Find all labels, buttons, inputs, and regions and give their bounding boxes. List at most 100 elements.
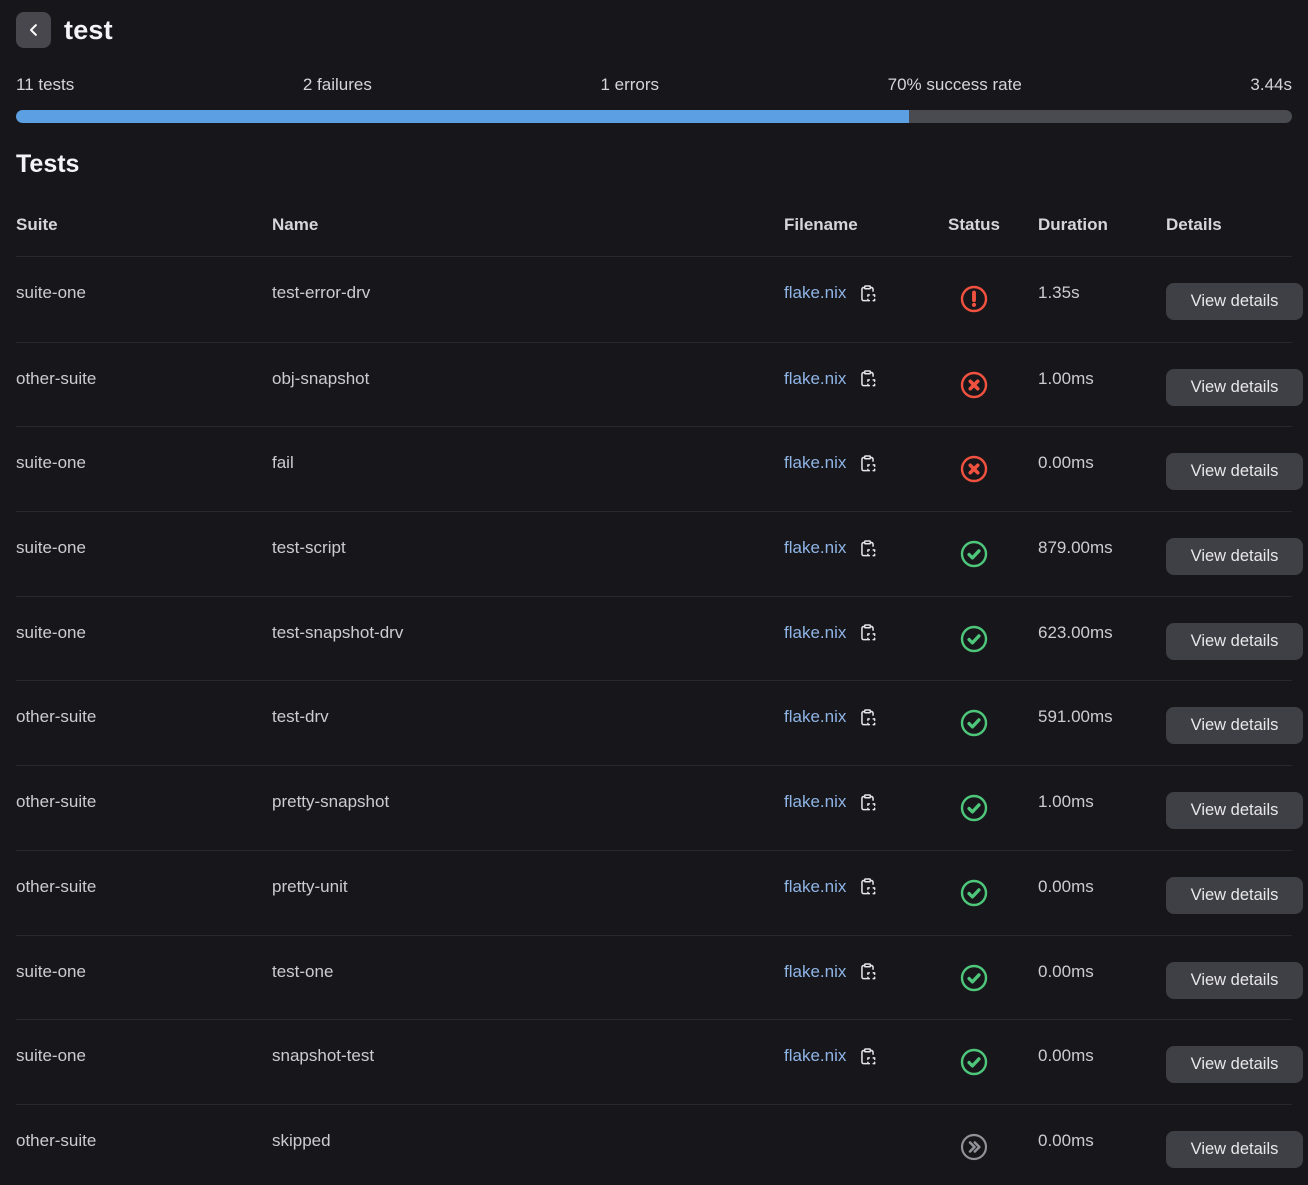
- check-circle-icon: [958, 724, 990, 743]
- clipboard-copy-icon[interactable]: [858, 793, 877, 812]
- suite-cell: other-suite: [16, 707, 272, 727]
- suite-cell: other-suite: [16, 1131, 272, 1151]
- check-circle-icon: [958, 1063, 990, 1082]
- duration-cell: 0.00ms: [1038, 1131, 1166, 1151]
- clipboard-copy-icon[interactable]: [858, 962, 877, 981]
- test-name-cell: skipped: [272, 1131, 784, 1151]
- view-details-button[interactable]: View details: [1166, 369, 1303, 406]
- chevrons-right-circle-icon: [958, 1148, 990, 1167]
- duration-cell: 0.00ms: [1038, 453, 1166, 473]
- table-row: suite-one snapshot-test flake.nix: [16, 1019, 1292, 1104]
- filename-cell: flake.nix: [784, 707, 948, 727]
- view-details-button[interactable]: View details: [1166, 962, 1303, 999]
- test-name-cell: test-error-drv: [272, 283, 784, 303]
- table-row: other-suite test-drv flake.nix: [16, 680, 1292, 765]
- filename-link[interactable]: flake.nix: [784, 877, 846, 897]
- suite-cell: other-suite: [16, 877, 272, 897]
- details-cell: View details: [1166, 369, 1303, 406]
- suite-cell: suite-one: [16, 1046, 272, 1066]
- details-cell: View details: [1166, 1046, 1303, 1083]
- details-cell: View details: [1166, 1131, 1303, 1168]
- view-details-button[interactable]: View details: [1166, 792, 1303, 829]
- view-details-button[interactable]: View details: [1166, 877, 1303, 914]
- check-circle-icon: [958, 809, 990, 828]
- chevron-left-icon: [25, 21, 43, 39]
- filename-link[interactable]: flake.nix: [784, 792, 846, 812]
- view-details-button[interactable]: View details: [1166, 538, 1303, 575]
- view-details-button[interactable]: View details: [1166, 283, 1303, 320]
- duration-cell: 1.00ms: [1038, 369, 1166, 389]
- column-header-name: Name: [272, 215, 784, 235]
- tests-section-title: Tests: [16, 150, 1292, 179]
- column-header-suite: Suite: [16, 215, 272, 235]
- view-details-button[interactable]: View details: [1166, 453, 1303, 490]
- suite-cell: suite-one: [16, 962, 272, 982]
- test-name-cell: test-script: [272, 538, 784, 558]
- table-row: suite-one test-one flake.nix: [16, 935, 1292, 1020]
- column-header-duration: Duration: [1038, 215, 1166, 235]
- filename-link[interactable]: flake.nix: [784, 623, 846, 643]
- table-row: suite-one test-snapshot-drv flake.nix: [16, 596, 1292, 681]
- clipboard-copy-icon[interactable]: [858, 623, 877, 642]
- page-header: test: [16, 12, 1292, 48]
- test-name-cell: test-snapshot-drv: [272, 623, 784, 643]
- test-name-cell: pretty-unit: [272, 877, 784, 897]
- view-details-button[interactable]: View details: [1166, 707, 1303, 744]
- duration-cell: 591.00ms: [1038, 707, 1166, 727]
- suite-cell: suite-one: [16, 623, 272, 643]
- clipboard-copy-icon[interactable]: [858, 284, 877, 303]
- filename-link[interactable]: flake.nix: [784, 707, 846, 727]
- filename-link[interactable]: flake.nix: [784, 1046, 846, 1066]
- filename-link[interactable]: flake.nix: [784, 283, 846, 303]
- filename-cell: flake.nix: [784, 283, 948, 303]
- back-button[interactable]: [16, 12, 51, 48]
- filename-link[interactable]: flake.nix: [784, 538, 846, 558]
- view-details-button[interactable]: View details: [1166, 1131, 1303, 1168]
- clipboard-copy-icon[interactable]: [858, 1047, 877, 1066]
- filename-cell: flake.nix: [784, 1046, 948, 1066]
- filename-link[interactable]: flake.nix: [784, 453, 846, 473]
- x-circle-icon: [958, 386, 990, 405]
- test-name-cell: pretty-snapshot: [272, 792, 784, 812]
- duration-cell: 0.00ms: [1038, 962, 1166, 982]
- suite-cell: suite-one: [16, 283, 272, 303]
- clipboard-copy-icon[interactable]: [858, 708, 877, 727]
- page-title: test: [64, 15, 113, 46]
- clipboard-copy-icon[interactable]: [858, 454, 877, 473]
- stat-failures: 2 failures: [303, 75, 372, 95]
- filename-cell: flake.nix: [784, 623, 948, 643]
- duration-cell: 879.00ms: [1038, 538, 1166, 558]
- clipboard-copy-icon[interactable]: [858, 539, 877, 558]
- filename-cell: flake.nix: [784, 792, 948, 812]
- suite-cell: suite-one: [16, 538, 272, 558]
- duration-cell: 1.00ms: [1038, 792, 1166, 812]
- table-row: other-suite pretty-unit flake.nix: [16, 850, 1292, 935]
- filename-cell: flake.nix: [784, 538, 948, 558]
- view-details-button[interactable]: View details: [1166, 1046, 1303, 1083]
- clipboard-copy-icon[interactable]: [858, 877, 877, 896]
- stat-errors: 1 errors: [600, 75, 659, 95]
- view-details-button[interactable]: View details: [1166, 623, 1303, 660]
- test-name-cell: obj-snapshot: [272, 369, 784, 389]
- test-name-cell: fail: [272, 453, 784, 473]
- details-cell: View details: [1166, 877, 1303, 914]
- table-row: suite-one test-error-drv flake.nix: [16, 257, 1292, 342]
- x-circle-icon: [958, 470, 990, 489]
- table-row: other-suite obj-snapshot flake.nix: [16, 342, 1292, 427]
- filename-link[interactable]: flake.nix: [784, 369, 846, 389]
- check-circle-icon: [958, 894, 990, 913]
- filename-cell: flake.nix: [784, 453, 948, 473]
- suite-cell: other-suite: [16, 792, 272, 812]
- details-cell: View details: [1166, 707, 1303, 744]
- details-cell: View details: [1166, 623, 1303, 660]
- filename-cell: flake.nix: [784, 962, 948, 982]
- table-row: other-suite skipped 0.00ms View details: [16, 1104, 1292, 1185]
- filename-link[interactable]: flake.nix: [784, 962, 846, 982]
- column-header-details: Details: [1166, 215, 1292, 235]
- duration-cell: 0.00ms: [1038, 877, 1166, 897]
- stat-total-tests: 11 tests: [16, 75, 74, 95]
- clipboard-copy-icon[interactable]: [858, 369, 877, 388]
- test-report-page: test 11 tests 2 failures 1 errors 70% su…: [0, 0, 1308, 1185]
- duration-cell: 623.00ms: [1038, 623, 1166, 643]
- details-cell: View details: [1166, 962, 1303, 999]
